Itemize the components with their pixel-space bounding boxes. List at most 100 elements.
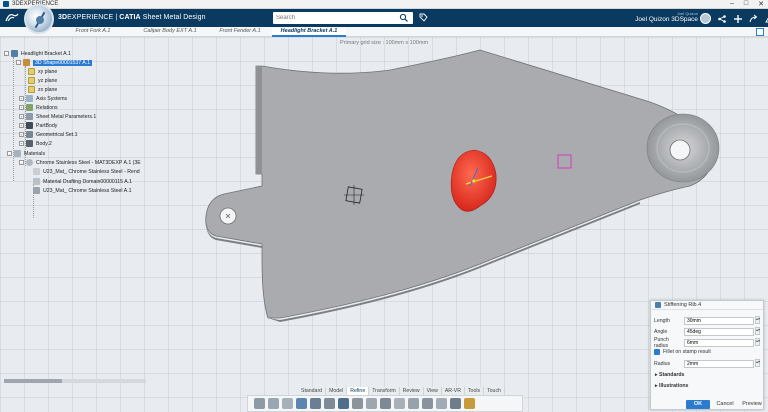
document-tab-bar: Front Fork A.1 Caliper Body EXT A.1 Fron… [0,27,768,37]
avatar[interactable] [700,13,711,24]
rib-icon[interactable] [436,398,447,409]
cancel-button[interactable]: Cancel [712,400,738,409]
tab-caliper-body[interactable]: Caliper Body EXT A.1 [130,28,210,37]
sheetmetal-icon [26,113,33,120]
punch-radius-spinner[interactable]: ▴▾ [755,338,760,346]
fillet-checkbox-row[interactable]: Fillet on stamp result [654,349,711,355]
app-brand: 3DEXPERIENCE | CATIA Sheet Metal Design [58,14,206,21]
angle-row: Angle [654,327,754,336]
tag-icon[interactable] [419,13,428,22]
tab-ar-vr[interactable]: AR-VR [441,387,465,395]
ds-logo-icon [5,12,19,26]
tab-front-fork[interactable]: Front Fork A.1 [60,28,126,37]
length-spinner[interactable]: ▴▾ [755,316,760,324]
search-icon[interactable] [399,13,409,23]
forward-icon[interactable] [749,14,759,24]
compass-icon[interactable] [24,4,54,34]
top-bar: 3DEXPERIENCE | CATIA Sheet Metal Design … [0,9,768,27]
length-row: Length [654,316,754,325]
tree-item-headlight-bracket[interactable]: - Headlight Bracket A.1 [4,49,71,58]
tree-scrollbar[interactable] [4,379,146,383]
measure-icon[interactable] [324,398,335,409]
undo-icon[interactable] [296,398,307,409]
materials-icon [14,150,21,157]
tree-item-drafting-domain[interactable]: Material Drafting Domain00000115 A.1 [33,177,132,186]
tree-item-xy-plane[interactable]: xy plane [28,67,57,76]
window-title-bar: 3DEXPERIENCE – □ ✕ [0,0,768,9]
shape-icon [23,59,30,66]
sketch-icon[interactable] [338,398,349,409]
wall-icon[interactable] [352,398,363,409]
render-icon [33,168,40,175]
tree-item-chrome-stainless[interactable]: - Chrome Stainless Steel - MAT3DEXP A.1 (… [19,158,141,167]
tree-item-sheet-metal-parameters[interactable]: + Sheet Metal Parameters.1 [19,112,96,121]
minimize-button[interactable]: – [730,0,734,8]
tab-headlight-bracket[interactable]: Headlight Bracket A.1 [272,28,346,37]
hole-icon[interactable] [408,398,419,409]
tab-tools[interactable]: Tools [464,387,485,395]
material-icon [26,159,33,166]
search-input[interactable] [273,15,399,21]
tree-item-render[interactable]: U23_Mat_ Chrome Stainless Steel - Rend [33,167,140,176]
product-icon [11,50,18,57]
bend-icon[interactable] [380,398,391,409]
tab-touch[interactable]: Touch [484,387,505,395]
user-block[interactable]: Joel Quizon Joel Quizon 3DSpace [628,11,698,23]
tree-item-3d-shape[interactable]: -3D Shape00001537 A.1 [16,58,93,67]
tree-item-material-core[interactable]: U23_Mat_ Chrome Stainless Steel A.1 [33,186,132,195]
punch-radius-field[interactable] [684,338,754,347]
stamp-icon[interactable] [394,398,405,409]
tree-item-yz-plane[interactable]: yz plane [28,76,57,85]
preview-button[interactable]: Preview [740,400,764,409]
tab-review[interactable]: Review [399,387,424,395]
punch-radius-row: Punch radius [654,337,754,349]
tree-item-body-2[interactable]: + Body.2 [19,139,52,148]
tab-refine[interactable]: Refine [347,387,370,395]
material-core-icon [33,187,40,194]
tab-view[interactable]: View [423,387,442,395]
angle-spinner[interactable]: ▴▾ [755,327,760,335]
panel-header: Stiffening Rib.4 [651,301,763,310]
stiffening-rib-icon [655,302,661,308]
tab-front-fender[interactable]: Front Fender A.1 [208,28,272,37]
tree-item-axis-systems[interactable]: + Axis Systems [19,94,67,103]
panel-title: Stiffening Rib.4 [664,302,702,308]
update-icon[interactable] [310,398,321,409]
tab-standard[interactable]: Standard [298,387,327,395]
illustrations-section[interactable]: ▸ Illustrations [655,383,688,389]
tree-item-zx-plane[interactable]: zx plane [28,85,57,94]
boss-hole [669,139,691,161]
app-icon [3,1,9,7]
cutout-icon[interactable] [422,398,433,409]
radius-spinner[interactable]: ▴▾ [755,359,760,367]
action-bar-tabs: Standard Model Refine Transform Review V… [298,387,505,395]
tree-item-geometrical-set[interactable]: + Geometrical Set.1 [19,130,78,139]
close-button[interactable]: ✕ [758,0,764,8]
tab-transform[interactable]: Transform [369,387,400,395]
fillet-checkbox[interactable] [654,349,660,355]
angle-field[interactable] [684,327,754,336]
copy-icon[interactable] [268,398,279,409]
standards-section[interactable]: ▸ Standards [655,372,684,378]
drafting-icon [33,178,40,185]
tab-model[interactable]: Model [326,387,348,395]
radius-field[interactable] [684,359,754,368]
body-icon [26,140,33,147]
tree-item-relations[interactable]: + Relations [19,103,58,112]
length-field[interactable] [684,316,754,325]
tree-item-partbody[interactable]: + PartBody [19,121,57,130]
add-icon[interactable] [733,14,743,24]
cut-icon[interactable] [254,398,265,409]
ok-button[interactable]: OK [686,400,710,409]
tree-item-materials[interactable]: - Materials [7,149,45,158]
search-box[interactable] [273,12,413,24]
maximize-view-icon[interactable] [756,28,764,36]
maximize-button[interactable]: □ [744,0,748,8]
user-name: Joel Quizon 3DSpace [635,16,698,23]
unfold-icon[interactable] [450,398,461,409]
pattern-icon[interactable] [464,398,475,409]
flange-icon[interactable] [366,398,377,409]
share-icon[interactable] [717,14,727,24]
paste-icon[interactable] [282,398,293,409]
relations-icon [26,104,33,111]
